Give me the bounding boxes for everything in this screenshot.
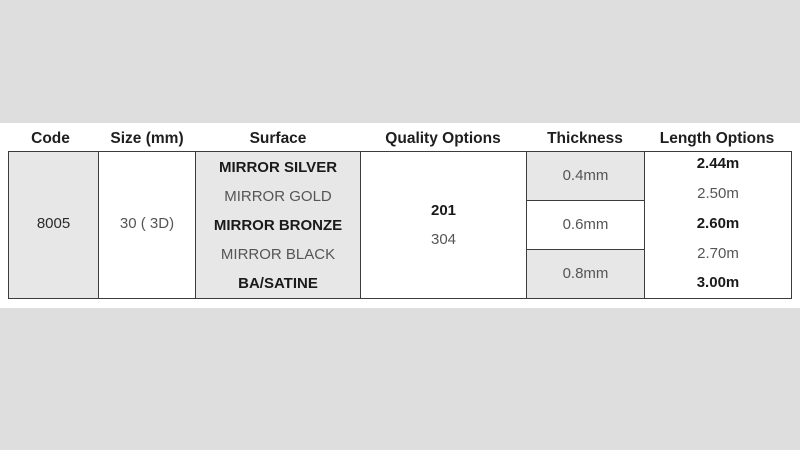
thickness-cell: 0.8mm: [526, 249, 645, 299]
length-cell: 2.44m 2.50m 2.60m 2.70m 3.00m: [644, 151, 792, 299]
surface-item: MIRROR BRONZE: [213, 217, 343, 234]
thickness-value: 0.6mm: [562, 216, 609, 233]
code-cell: 8005: [8, 151, 99, 299]
length-item: 3.00m: [696, 274, 740, 291]
header-size: Size (mm): [110, 130, 184, 147]
quality-item: 304: [430, 231, 457, 248]
surface-cell: MIRROR SILVER MIRROR GOLD MIRROR BRONZE …: [195, 151, 361, 299]
length-item: 2.50m: [697, 185, 739, 202]
thickness-cell: 0.6mm: [526, 200, 645, 250]
header-surface: Surface: [249, 130, 307, 147]
header-code: Code: [31, 130, 70, 147]
thickness-value: 0.4mm: [562, 167, 609, 184]
length-item: 2.70m: [697, 245, 739, 262]
spec-table: Code Size (mm) Surface Quality Options T…: [0, 123, 800, 308]
surface-item: MIRROR GOLD: [224, 188, 332, 205]
size-cell: 30 ( 3D): [98, 151, 196, 299]
header-thickness: Thickness: [547, 130, 623, 147]
header-quality: Quality Options: [385, 130, 501, 147]
thickness-value: 0.8mm: [562, 265, 609, 282]
size-value: 30 ( 3D): [119, 215, 175, 232]
surface-item: MIRROR SILVER: [218, 159, 338, 176]
header-length: Length Options: [659, 130, 775, 147]
quality-item: 201: [430, 202, 457, 219]
thickness-cell: 0.4mm: [526, 151, 645, 201]
length-item: 2.44m: [696, 155, 740, 172]
surface-item: MIRROR BLACK: [220, 246, 336, 263]
surface-item: BA/SATINE: [238, 275, 318, 292]
length-item: 2.60m: [696, 215, 740, 232]
code-value: 8005: [36, 215, 71, 232]
quality-cell: 201 304: [360, 151, 527, 299]
